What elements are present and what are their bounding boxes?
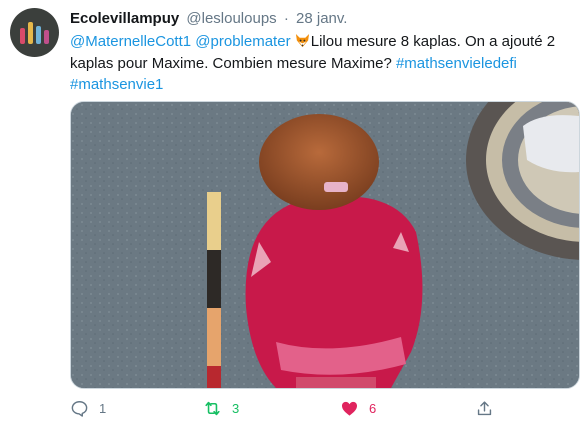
display-name[interactable]: Ecolevillampuy (70, 10, 179, 27)
tweet-actions: 1 3 6 (66, 396, 566, 420)
tweet-date[interactable]: 28 janv. (296, 10, 347, 27)
retweet-arrows-icon (205, 401, 220, 415)
speech-bubble-icon (71, 400, 88, 417)
tweet-card[interactable]: Ecolevillampuy @leslouloups · 28 janv. @… (0, 0, 586, 425)
reply-button[interactable]: 1 (70, 396, 106, 420)
like-count: 6 (369, 400, 377, 416)
tweet-photo[interactable] (70, 101, 580, 389)
separator-dot: · (283, 10, 289, 27)
share-upload-icon (477, 400, 492, 415)
mention-link[interactable]: @MaternelleCott1 (70, 33, 191, 50)
mention-link[interactable]: @problemater (195, 33, 290, 50)
fox-face-icon (295, 33, 309, 48)
tweet-header: Ecolevillampuy @leslouloups · 28 janv. (70, 10, 347, 28)
retweet-count: 3 (232, 400, 240, 416)
hashtag-link[interactable]: #mathsenvieledefi (396, 55, 517, 72)
user-handle[interactable]: @leslouloups (186, 10, 276, 27)
hashtag-link[interactable]: #mathsenvie1 (70, 76, 163, 93)
heart-icon (341, 401, 358, 416)
tweet-text: @MaternelleCott1 @problemater Lilou mesu… (70, 31, 575, 96)
like-button[interactable]: 6 (340, 396, 376, 420)
photo-illustration (71, 102, 579, 388)
avatar[interactable] (10, 8, 59, 57)
reply-count: 1 (99, 400, 107, 416)
share-button[interactable] (475, 396, 494, 420)
retweet-button[interactable]: 3 (203, 396, 239, 420)
